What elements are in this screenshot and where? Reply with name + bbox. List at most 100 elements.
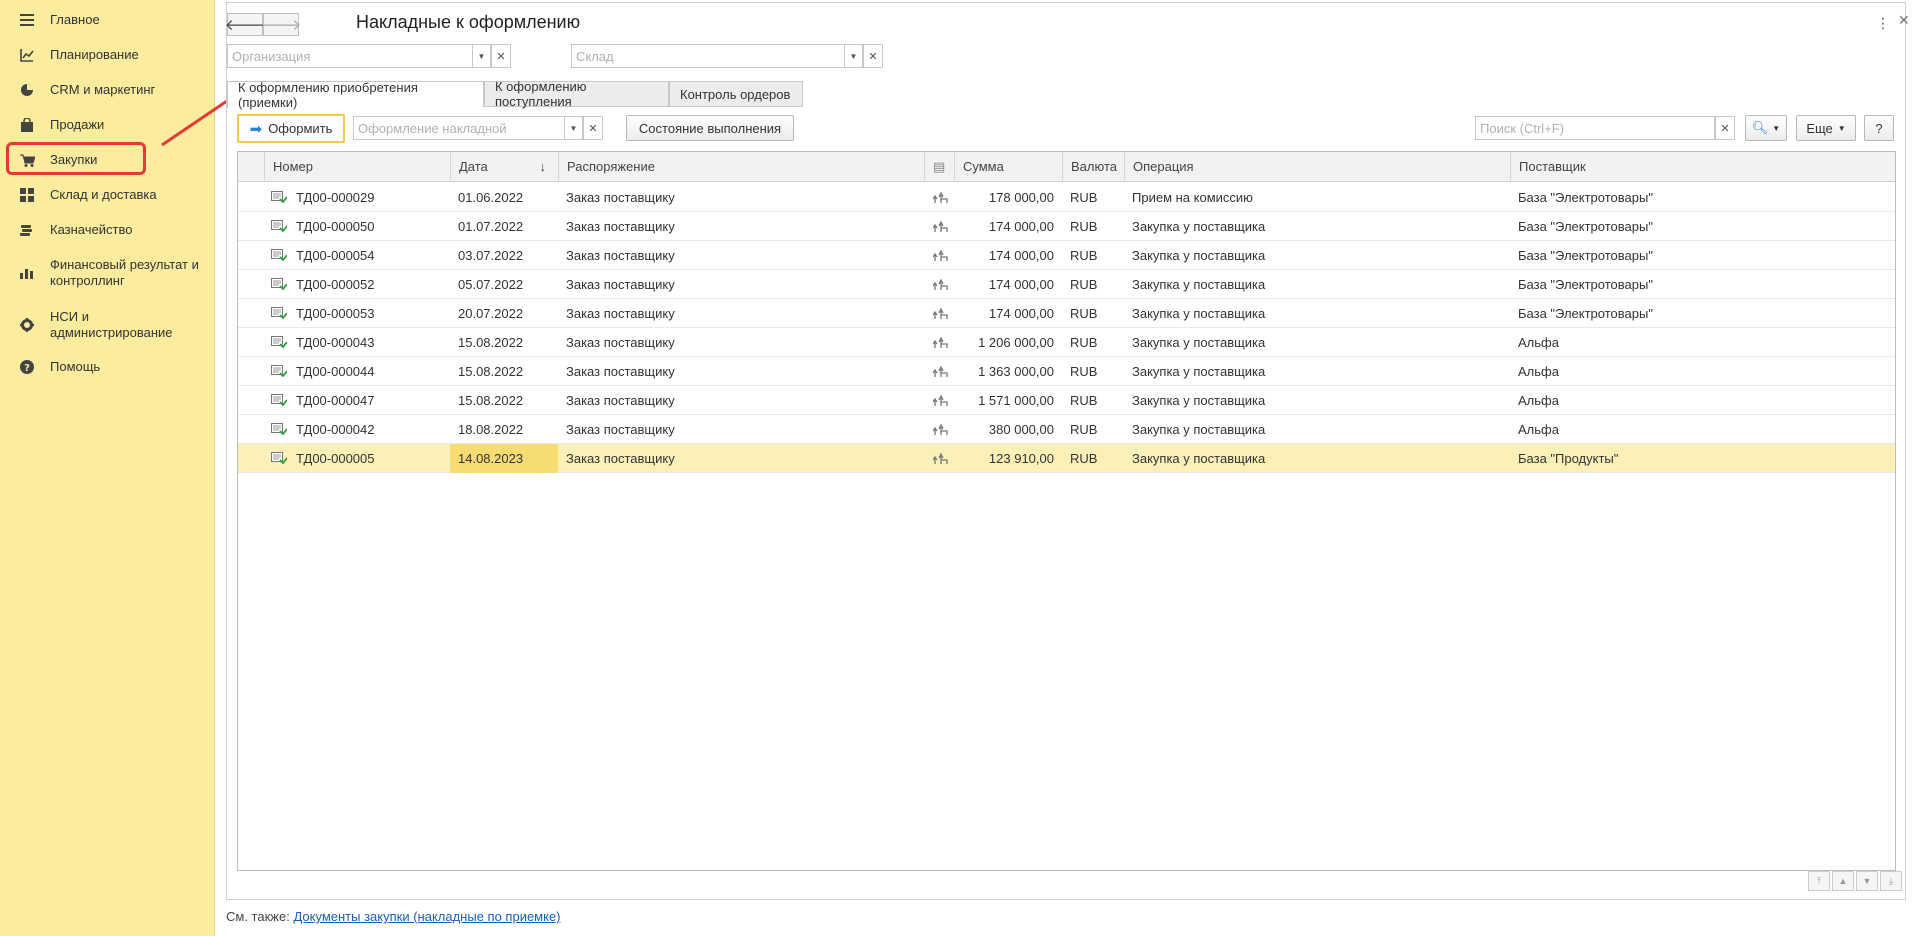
column-order[interactable]: Распоряжение — [558, 152, 924, 182]
cell-number: ТД00-000053 — [296, 306, 375, 321]
tab-receipt[interactable]: К оформлению поступления — [484, 79, 669, 109]
cell-order: Заказ поставщику — [566, 335, 675, 350]
cell-number: ТД00-000047 — [296, 393, 375, 408]
cell-sum: 174 000,00 — [988, 219, 1054, 234]
column-date[interactable]: Дата ↓ — [450, 152, 558, 182]
scroll-top-icon: ⤒ — [1817, 875, 1821, 886]
cell-operation: Закупка у поставщика — [1132, 219, 1266, 234]
close-window-button[interactable]: ✕ — [1898, 12, 1910, 29]
cell-number: ТД00-000042 — [296, 422, 375, 437]
more-button[interactable]: Еще ▼ — [1796, 115, 1856, 141]
documents-table[interactable]: Номер Дата ↓ Распоряжение ▤ Сумма Валюта … — [237, 151, 1896, 871]
cell-currency: RUB — [1070, 306, 1098, 321]
table-row[interactable]: ТД00-000029 01.06.2022 Заказ поставщику 178… — [238, 183, 1895, 212]
sidebar-item-finance[interactable]: Финансовый результат и контроллинг — [0, 256, 215, 290]
status-button[interactable]: Состояние выполнения — [626, 115, 794, 141]
table-row[interactable]: ТД00-000044 15.08.2022 Заказ поставщику 1 3… — [238, 357, 1895, 386]
cell-number: ТД00-000054 — [296, 248, 375, 263]
column-sum[interactable]: Сумма — [954, 152, 1062, 182]
warehouse-field[interactable]: Склад ▼ — [571, 44, 863, 68]
cell-currency: RUB — [1070, 277, 1098, 292]
sidebar-item-label: Планирование — [50, 47, 139, 62]
sidebar-item-admin[interactable]: НСИ и администрирование — [0, 308, 215, 342]
chevron-down-icon[interactable]: ▼ — [472, 45, 490, 67]
organization-field[interactable]: Организация ▼ — [227, 44, 491, 68]
cell-supplier: Альфа — [1518, 393, 1559, 408]
scroll-top-button[interactable]: ⤒ — [1808, 871, 1830, 891]
close-icon: ✕ — [496, 50, 506, 63]
table-row[interactable]: ТД00-000047 15.08.2022 Заказ поставщику 1 5… — [238, 386, 1895, 415]
table-row[interactable]: ТД00-000054 03.07.2022 Заказ поставщику 174… — [238, 241, 1895, 270]
arrow-right-icon: 🡒 — [260, 17, 302, 34]
column-number[interactable]: Номер — [264, 152, 450, 182]
column-label: Операция — [1133, 159, 1194, 174]
more-actions-icon[interactable]: ⋮ — [1876, 15, 1890, 32]
chevron-down-icon[interactable]: ▼ — [564, 117, 582, 139]
column-operation[interactable]: Операция — [1124, 152, 1510, 182]
sidebar-item-label: Главное — [50, 12, 100, 27]
cell-number: ТД00-000005 — [296, 451, 375, 466]
search-input[interactable]: Поиск (Ctrl+F) — [1475, 116, 1715, 140]
status-flow-icon — [932, 394, 949, 407]
menu-icon — [19, 12, 35, 28]
purchase-documents-link[interactable]: Документы закупки (накладные по приемке) — [293, 909, 560, 924]
warehouse-clear-button[interactable]: ✕ — [863, 44, 883, 68]
coins-icon — [19, 222, 35, 238]
table-row[interactable]: ТД00-000043 15.08.2022 Заказ поставщику 1 2… — [238, 328, 1895, 357]
table-row[interactable]: ТД00-000050 01.07.2022 Заказ поставщику 174… — [238, 212, 1895, 241]
cell-date: 20.07.2022 — [458, 306, 524, 321]
scroll-bottom-button[interactable]: ⤓ — [1880, 871, 1902, 891]
status-flow-icon — [932, 307, 949, 320]
search-clear-button[interactable]: ✕ — [1715, 116, 1735, 140]
tab-acquisition[interactable]: К оформлению приобретения (приемки) — [227, 79, 484, 110]
table-row[interactable]: ТД00-000053 20.07.2022 Заказ поставщику 174… — [238, 299, 1895, 328]
scroll-down-button[interactable]: ▼ — [1856, 871, 1878, 891]
sidebar-item-treasury[interactable]: Казначейство — [0, 221, 215, 239]
cell-date: 01.06.2022 — [458, 190, 524, 205]
scroll-up-button[interactable]: ▲ — [1832, 871, 1854, 891]
process-button[interactable]: ➡ Оформить — [237, 114, 345, 143]
sidebar-item-help[interactable]: ? Помощь — [0, 358, 215, 376]
column-supplier[interactable]: Поставщик — [1510, 152, 1895, 182]
table-header: Номер Дата ↓ Распоряжение ▤ Сумма Валюта … — [238, 152, 1895, 182]
status-flow-icon — [932, 365, 949, 378]
cell-number: ТД00-000029 — [296, 190, 375, 205]
column-flags[interactable]: ▤ — [924, 152, 954, 182]
cell-supplier: База "Электротовары" — [1518, 219, 1653, 234]
organization-clear-button[interactable]: ✕ — [491, 44, 511, 68]
cell-currency: RUB — [1070, 248, 1098, 263]
status-label: Состояние выполнения — [638, 120, 782, 136]
forward-button[interactable]: 🡒 — [260, 13, 302, 36]
cell-date: 03.07.2022 — [458, 248, 524, 263]
column-currency[interactable]: Валюта — [1062, 152, 1124, 182]
table-row[interactable]: ТД00-000052 05.07.2022 Заказ поставщику 174… — [238, 270, 1895, 299]
chevron-down-icon[interactable]: ▼ — [844, 45, 862, 67]
cell-order: Заказ поставщику — [566, 248, 675, 263]
sidebar-item-warehouse[interactable]: Склад и доставка — [0, 186, 215, 204]
invoice-filter-field[interactable]: Оформление накладной ▼ — [353, 116, 583, 140]
tab-label: К оформлению приобретения (приемки) — [238, 79, 418, 110]
tab-label: Контроль ордеров — [680, 86, 791, 102]
cell-operation: Закупка у поставщика — [1132, 422, 1266, 437]
cell-date: 05.07.2022 — [458, 277, 524, 292]
cell-currency: RUB — [1070, 364, 1098, 379]
cell-sum: 1 363 000,00 — [978, 364, 1054, 379]
table-row[interactable]: ТД00-000042 18.08.2022 Заказ поставщику 380… — [238, 415, 1895, 444]
tab-orders-control[interactable]: Контроль ордеров — [669, 81, 803, 107]
search-button[interactable]: 🔍︎ ▼ — [1745, 115, 1787, 141]
cell-number: ТД00-000050 — [296, 219, 375, 234]
column-label: Сумма — [963, 159, 1004, 174]
invoice-clear-button[interactable]: ✕ — [583, 116, 603, 140]
back-button[interactable]: 🡐 — [225, 13, 265, 36]
cell-operation: Закупка у поставщика — [1132, 451, 1266, 466]
help-button[interactable]: ? — [1864, 115, 1894, 141]
table-row[interactable]: ТД00-000005 14.08.2023 Заказ поставщику 123… — [238, 444, 1895, 473]
column-label: Поставщик — [1519, 159, 1586, 174]
main-area: 🡐 🡒 Накладные к оформлению ⋮ Организация… — [216, 0, 1914, 936]
cell-date: 15.08.2022 — [458, 364, 524, 379]
form-panel: 🡐 🡒 Накладные к оформлению ⋮ Организация… — [225, 2, 1906, 900]
cell-supplier: База "Электротовары" — [1518, 190, 1653, 205]
chevron-down-icon: ▼ — [1862, 876, 1872, 886]
page-title: Накладные к оформлению — [356, 12, 581, 32]
cell-number: ТД00-000044 — [296, 364, 375, 379]
